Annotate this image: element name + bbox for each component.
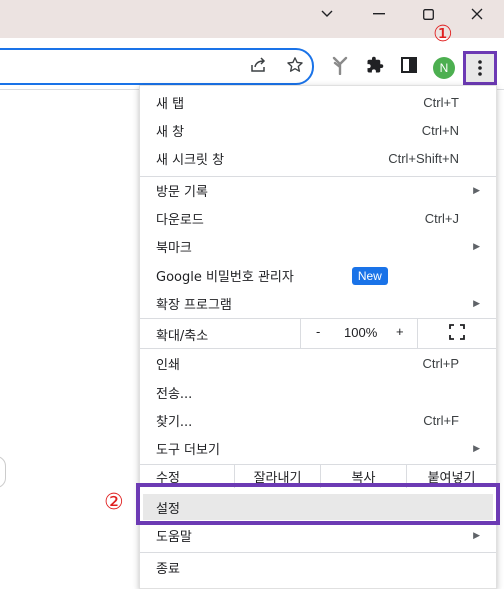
menu-item-label: 새 창: [156, 125, 185, 140]
page-scroll-handle[interactable]: [0, 456, 6, 488]
menu-item-label: 전송...: [156, 387, 193, 402]
puzzle-icon[interactable]: [362, 52, 388, 78]
menu-item-cast[interactable]: 전송...: [140, 378, 496, 407]
menu-item-label: 인쇄: [156, 358, 180, 373]
submenu-arrow-icon: ▶: [473, 530, 480, 541]
menu-item-print[interactable]: 인쇄 Ctrl+P: [140, 349, 496, 378]
chevron-down-icon[interactable]: [312, 4, 342, 24]
menu-item-label: 방문 기록: [156, 185, 208, 200]
step-2-label: ②: [104, 490, 124, 515]
profile-avatar[interactable]: N: [433, 57, 455, 79]
maximize-icon[interactable]: [413, 4, 443, 24]
title-bar: [0, 0, 504, 38]
fullscreen-icon[interactable]: [449, 324, 465, 340]
zoom-out-button[interactable]: -: [316, 324, 320, 339]
menu-item-label: 다운로드: [156, 213, 204, 228]
menu-item-downloads[interactable]: 다운로드 Ctrl+J: [140, 204, 496, 233]
zoom-divider: [300, 318, 301, 348]
share-icon[interactable]: [246, 52, 272, 78]
menu-item-label: 새 탭: [156, 97, 185, 112]
menu-item-label: 찾기...: [156, 415, 193, 430]
extension-tree-icon[interactable]: [327, 52, 353, 78]
settings-highlight-box: [136, 483, 500, 525]
menu-item-extensions[interactable]: 확장 프로그램 ▶: [140, 289, 496, 318]
menu-item-shortcut: Ctrl+Shift+N: [388, 151, 459, 166]
menu-item-shortcut: Ctrl+J: [424, 211, 459, 226]
submenu-arrow-icon: ▶: [473, 185, 480, 196]
more-vert-icon[interactable]: [463, 51, 497, 85]
menu-item-bookmarks[interactable]: 북마크 ▶: [140, 232, 496, 261]
submenu-arrow-icon: ▶: [473, 443, 480, 454]
zoom-in-button[interactable]: +: [396, 324, 404, 339]
menu-item-new-tab[interactable]: 새 탭 Ctrl+T: [140, 88, 496, 117]
sidepanel-icon[interactable]: [396, 52, 422, 78]
menu-item-password-manager[interactable]: Google 비밀번호 관리자 New: [140, 261, 496, 290]
star-icon[interactable]: [282, 52, 308, 78]
zoom-row: 확대/축소 - 100% +: [140, 318, 496, 348]
menu-item-more-tools[interactable]: 도구 더보기 ▶: [140, 434, 496, 463]
submenu-arrow-icon: ▶: [473, 298, 480, 309]
menu-item-label: 북마크: [156, 241, 192, 256]
menu-item-incognito[interactable]: 새 시크릿 창 Ctrl+Shift+N: [140, 144, 496, 173]
new-badge: New: [351, 266, 388, 285]
close-icon[interactable]: [462, 4, 492, 24]
menu-item-shortcut: Ctrl+T: [423, 95, 459, 110]
menu-item-label: 확장 프로그램: [156, 298, 232, 313]
browser-toolbar: [0, 38, 504, 90]
menu-item-shortcut: Ctrl+F: [423, 413, 459, 428]
menu-item-find[interactable]: 찾기... Ctrl+F: [140, 406, 496, 435]
menu-item-label: 도움말: [156, 530, 192, 545]
menu-item-shortcut: Ctrl+P: [422, 356, 459, 371]
menu-item-label: 종료: [156, 562, 180, 577]
zoom-label: 확대/축소: [156, 329, 209, 344]
zoom-divider: [417, 318, 418, 348]
menu-item-exit[interactable]: 종료: [140, 553, 496, 582]
menu-item-label: Google 비밀번호 관리자: [156, 270, 294, 285]
menu-item-label: 도구 더보기: [156, 443, 220, 458]
menu-item-help[interactable]: 도움말 ▶: [140, 521, 496, 550]
menu-item-history[interactable]: 방문 기록 ▶: [140, 176, 496, 205]
minimize-icon[interactable]: [364, 4, 394, 24]
menu-item-label: 새 시크릿 창: [156, 153, 225, 168]
step-1-label: ①: [433, 22, 453, 47]
menu-item-shortcut: Ctrl+N: [421, 123, 459, 138]
menu-item-new-window[interactable]: 새 창 Ctrl+N: [140, 116, 496, 145]
submenu-arrow-icon: ▶: [473, 241, 480, 252]
zoom-value: 100%: [344, 325, 378, 340]
